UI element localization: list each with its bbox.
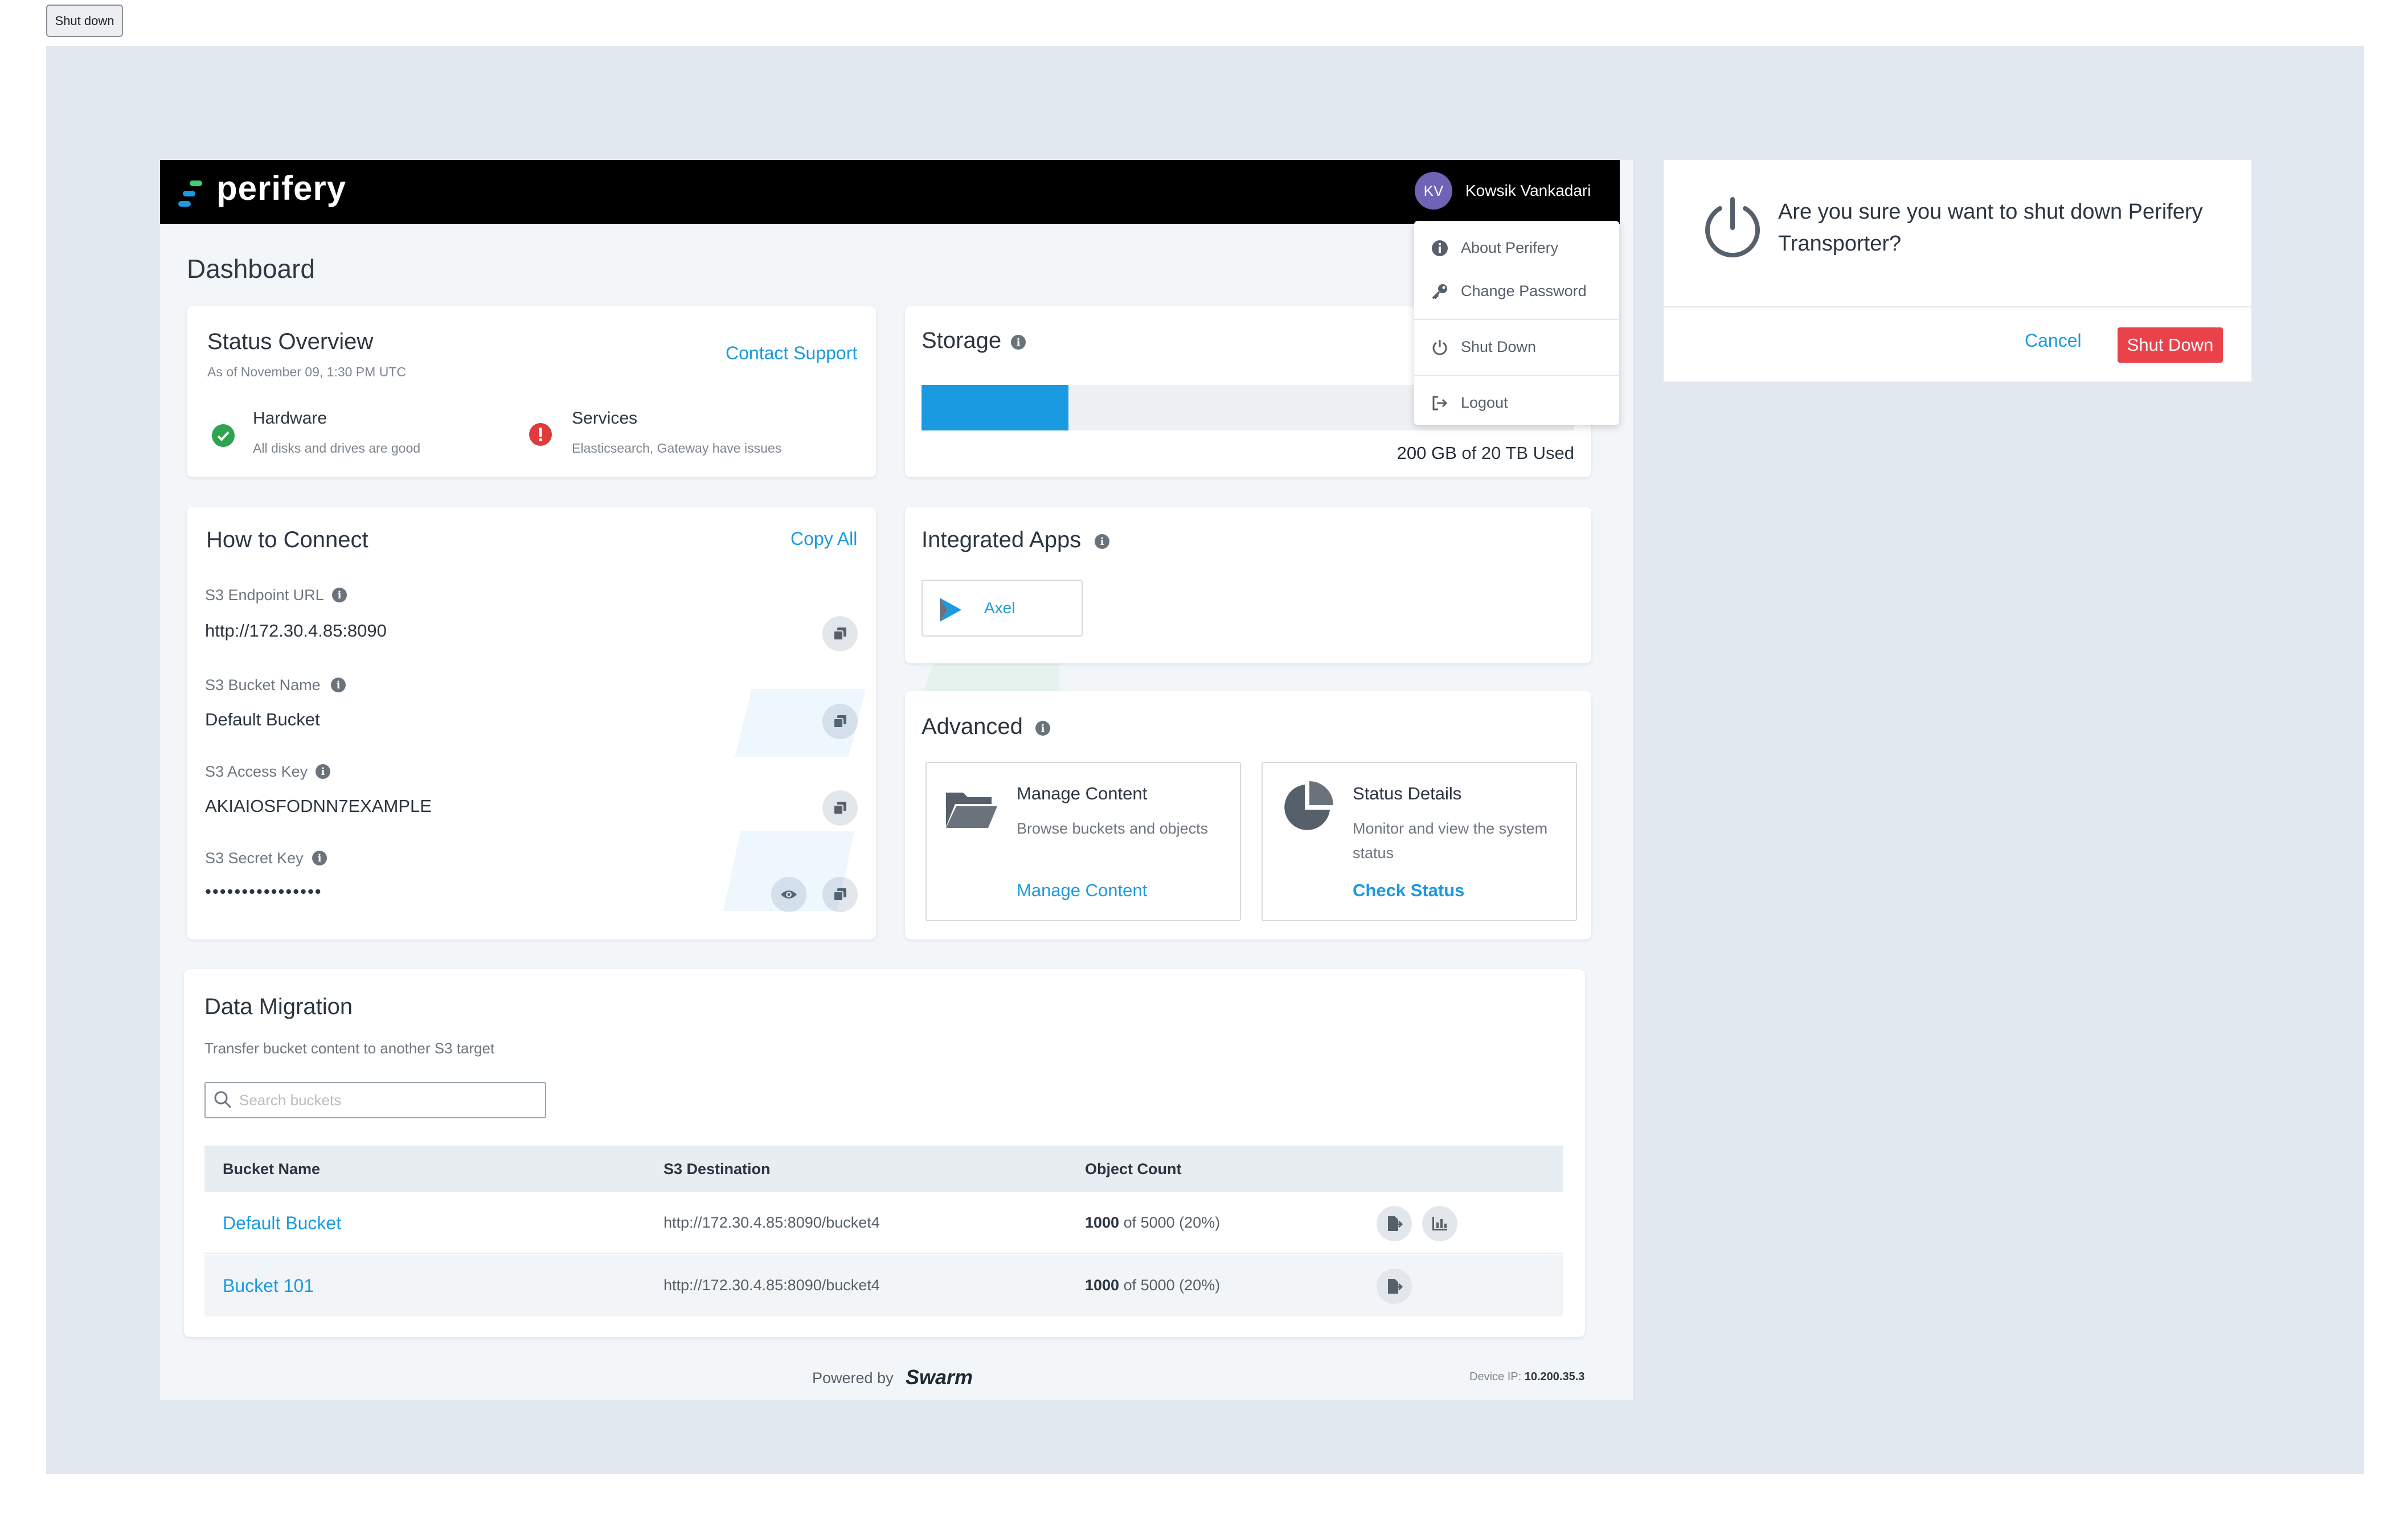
bucket-name-link[interactable]: Default Bucket — [223, 1213, 341, 1234]
check-status-link[interactable]: Check Status — [1353, 880, 1464, 901]
services-label: Services — [572, 409, 638, 428]
advanced-card-title: Advanced — [922, 714, 1023, 739]
s3-destination-cell: http://172.30.4.85:8090/bucket4 — [664, 1277, 880, 1294]
storage-used-text: 200 GB of 20 TB Used — [1397, 443, 1574, 463]
dialog-divider — [1664, 306, 2251, 307]
column-header-object-count[interactable]: Object Count — [1085, 1160, 1182, 1178]
status-details-desc-1: Monitor and view the system — [1353, 820, 1548, 837]
secret-key-label: S3 Secret Key — [205, 850, 304, 867]
apps-card-title: Integrated Apps — [922, 527, 1082, 552]
status-details-tile[interactable]: Status Details Monitor and view the syst… — [1262, 762, 1577, 921]
copy-all-link[interactable]: Copy All — [791, 528, 857, 549]
power-icon — [1705, 197, 1760, 258]
info-icon[interactable]: i — [1011, 335, 1026, 350]
key-icon — [1432, 284, 1447, 299]
menu-item-shut-down[interactable]: Shut Down — [1431, 338, 1536, 356]
logout-icon — [1432, 396, 1448, 410]
object-count-cell: 1000 of 5000 (20%) — [1085, 1277, 1221, 1294]
search-icon — [214, 1091, 232, 1109]
info-icon[interactable]: i — [1095, 534, 1109, 549]
status-card-title: Status Overview — [207, 329, 374, 354]
column-header-s3-destination[interactable]: S3 Destination — [664, 1160, 771, 1178]
top-shutdown-button[interactable]: Shut down — [46, 5, 123, 37]
object-count-cell: 1000 of 5000 (20%) — [1085, 1214, 1221, 1231]
bucket-name-link[interactable]: Bucket 101 — [223, 1275, 314, 1297]
status-details-title: Status Details — [1353, 783, 1462, 803]
services-desc: Elasticsearch, Gateway have issues — [572, 441, 782, 456]
pie-chart-icon — [1284, 781, 1333, 830]
endpoint-url-value: http://172.30.4.85:8090 — [205, 621, 387, 641]
swarm-logo: Swarm — [906, 1365, 973, 1389]
manage-content-tile[interactable]: Manage Content Browse buckets and object… — [925, 762, 1241, 921]
table-row: Bucket 101 http://172.30.4.85:8090/bucke… — [204, 1255, 1563, 1316]
status-as-of: As of November 09, 1:30 PM UTC — [207, 364, 406, 379]
storage-card-title: Storage — [922, 328, 1002, 353]
manage-content-desc: Browse buckets and objects — [1017, 820, 1209, 837]
bucket-name-value: Default Bucket — [205, 709, 320, 729]
info-icon[interactable]: i — [316, 764, 330, 779]
info-icon[interactable]: i — [1035, 721, 1050, 736]
info-icon — [1432, 240, 1448, 256]
connect-card-title: How to Connect — [206, 527, 368, 552]
export-icon[interactable] — [1377, 1269, 1412, 1304]
contact-support-link[interactable]: Contact Support — [726, 343, 857, 364]
menu-divider — [1414, 319, 1619, 320]
storage-bar-fill — [922, 385, 1068, 430]
bar-chart-icon[interactable] — [1422, 1206, 1457, 1241]
brand-name: perifery — [216, 169, 347, 207]
page-title: Dashboard — [187, 254, 316, 284]
access-key-value: AKIAIOSFODNN7EXAMPLE — [205, 796, 432, 816]
device-ip: Device IP: 10.200.35.3 — [1469, 1371, 1585, 1383]
column-header-bucket-name[interactable]: Bucket Name — [223, 1160, 320, 1178]
manage-content-title: Manage Content — [1017, 783, 1148, 803]
migration-card-title: Data Migration — [204, 994, 353, 1019]
manage-content-link[interactable]: Manage Content — [1017, 880, 1147, 901]
error-circle-icon — [529, 423, 552, 446]
s3-destination-cell: http://172.30.4.85:8090/bucket4 — [664, 1214, 880, 1231]
cancel-button[interactable]: Cancel — [2025, 330, 2082, 351]
info-icon[interactable]: i — [332, 588, 347, 602]
export-icon[interactable] — [1377, 1206, 1412, 1241]
confirm-shut-down-button[interactable]: Shut Down — [2118, 327, 2223, 363]
integrated-apps-card: Integrated Apps i Axel — [905, 507, 1591, 663]
table-row: Default Bucket http://172.30.4.85:8090/b… — [204, 1192, 1563, 1254]
hardware-label: Hardware — [253, 409, 327, 428]
endpoint-url-label: S3 Endpoint URL — [205, 586, 324, 604]
status-overview-card: Status Overview As of November 09, 1:30 … — [187, 306, 876, 477]
migration-subtitle: Transfer bucket content to another S3 ta… — [204, 1040, 495, 1057]
info-icon[interactable]: i — [312, 851, 327, 865]
power-icon — [1432, 339, 1447, 355]
bucket-name-label: S3 Bucket Name — [205, 676, 321, 694]
search-placeholder: Search buckets — [239, 1092, 342, 1109]
dialog-message: Are you sure you want to shut down Perif… — [1778, 200, 2203, 256]
info-icon[interactable]: i — [331, 678, 346, 692]
folder-open-icon — [946, 793, 997, 828]
user-dropdown-menu: About Perifery Change Password Shut Down… — [1414, 221, 1619, 425]
menu-item-about[interactable]: About Perifery — [1431, 239, 1558, 257]
menu-item-change-password[interactable]: Change Password — [1431, 282, 1587, 300]
secret-key-value: •••••••••••••••• — [205, 881, 322, 901]
top-header — [160, 160, 1620, 224]
user-name[interactable]: Kowsik Vankadari — [1465, 182, 1591, 200]
menu-divider — [1414, 375, 1619, 376]
powered-by-text: Powered by — [812, 1369, 894, 1386]
hardware-desc: All disks and drives are good — [253, 441, 421, 456]
status-details-desc-2: status — [1353, 844, 1394, 861]
table-header: Bucket Name S3 Destination Object Count — [204, 1146, 1563, 1192]
check-circle-icon — [212, 424, 235, 447]
access-key-label: S3 Access Key — [205, 763, 308, 780]
perifery-logo-icon — [178, 180, 202, 207]
user-avatar[interactable]: KV — [1415, 172, 1452, 210]
axel-app-tile[interactable]: Axel — [922, 580, 1083, 637]
menu-item-logout[interactable]: Logout — [1431, 394, 1508, 412]
advanced-card: Advanced i Manage Content Browse buckets… — [905, 691, 1591, 939]
axel-app-name[interactable]: Axel — [984, 599, 1015, 617]
axel-logo-icon — [940, 598, 961, 622]
